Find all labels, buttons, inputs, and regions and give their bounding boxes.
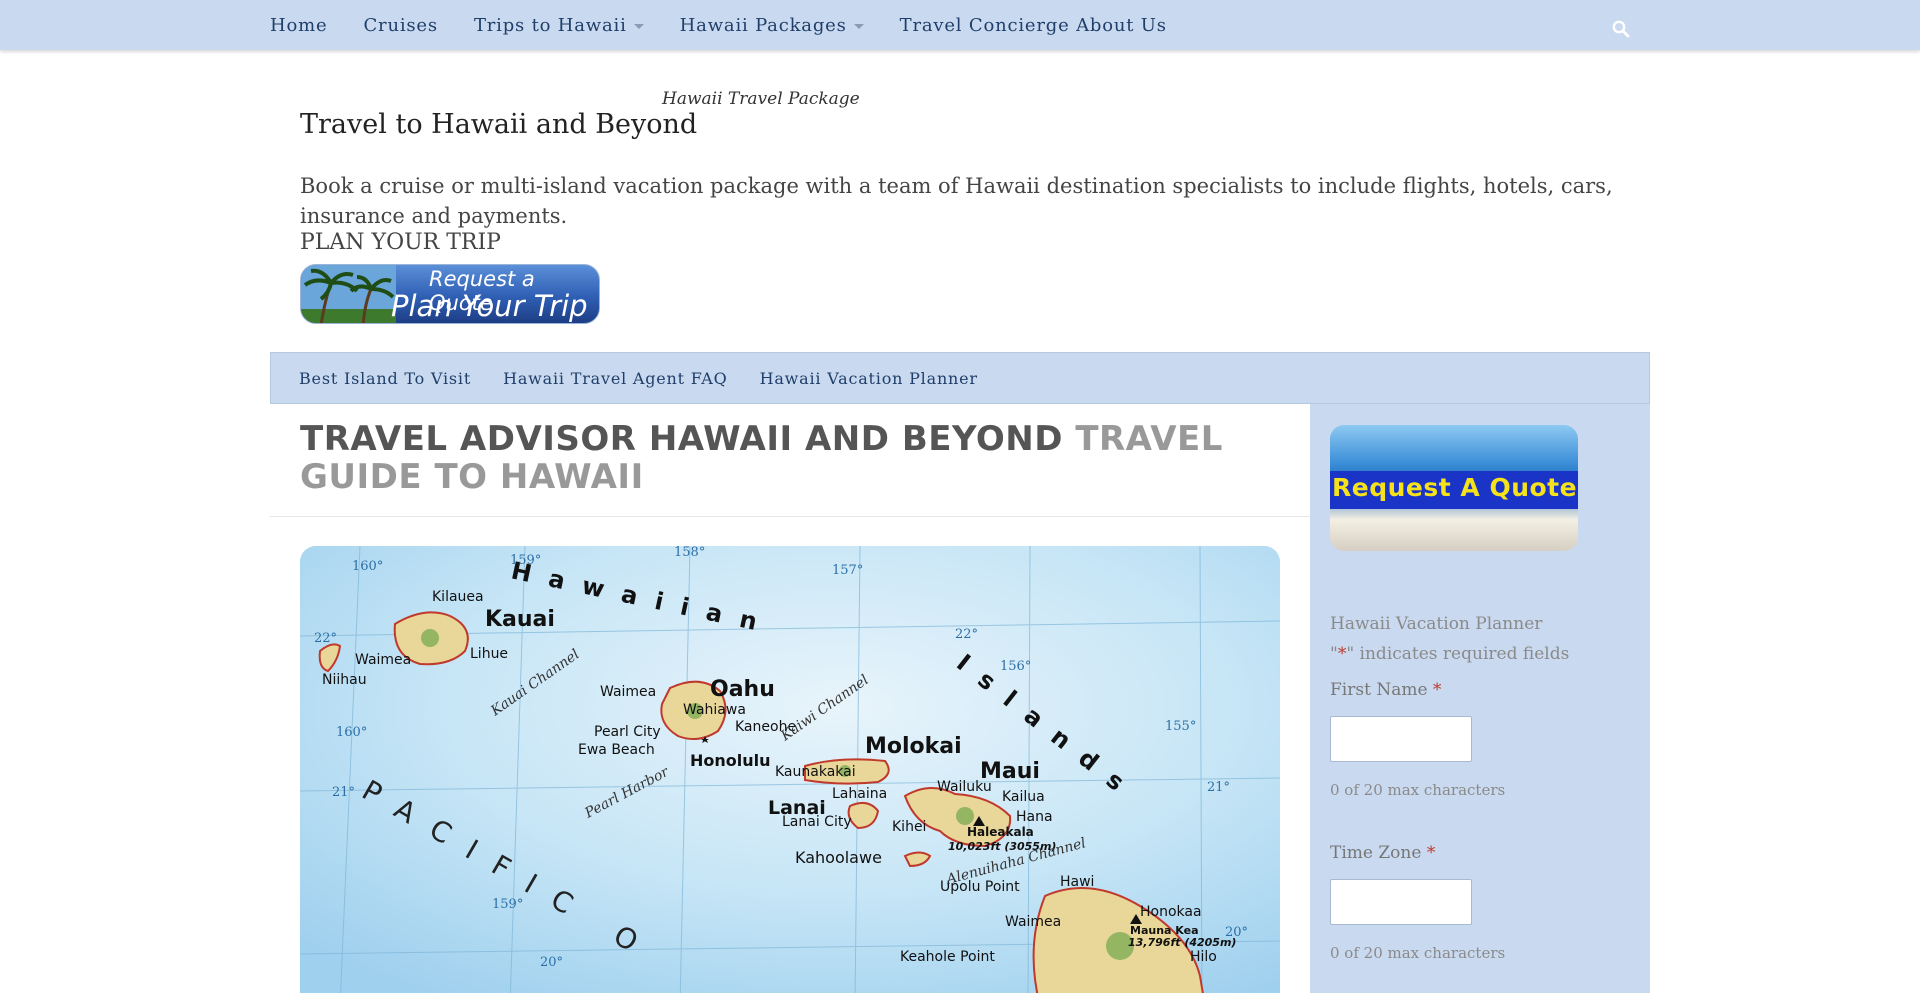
plan-your-trip-label: PLAN YOUR TRIP [300, 230, 501, 255]
required-fields-note: "*" indicates required fields [1330, 644, 1569, 664]
hawaii-map-graphic: Hawaiian Islands PACIFIC O Kauai Oahu Mo… [300, 546, 1280, 993]
top-nav-menu: Home Cruises Trips to Hawaii Hawaii Pack… [268, 0, 1201, 50]
palm-trees-icon [301, 265, 396, 323]
banner-text: Request A Quote [1332, 473, 1578, 502]
map-grid-lon-155: 155° [1165, 719, 1196, 734]
map-place-hana: Hana [1016, 809, 1053, 825]
map-label-kahoolawe: Kahoolawe [795, 848, 882, 867]
first-name-input[interactable] [1330, 716, 1472, 762]
subnav-vacation-planner[interactable]: Hawaii Vacation Planner [760, 369, 978, 388]
site-description: Book a cruise or multi-island vacation p… [300, 174, 1613, 228]
secondary-navigation: Best Island To Visit Hawaii Travel Agent… [270, 352, 1650, 404]
map-grid-lon-160: 160° [352, 559, 383, 574]
map-label-kauai: Kauai [485, 607, 555, 632]
map-grid-lon-158: 158° [674, 546, 705, 560]
map-place-pearl-city: Pearl City [594, 724, 661, 740]
map-place-kaunakakai: Kaunakakai [775, 764, 856, 780]
chevron-down-icon [633, 23, 644, 29]
page-title: TRAVEL ADVISOR HAWAII AND BEYOND TRAVEL … [300, 420, 1260, 496]
request-quote-banner[interactable]: Request a Quote Plan Your Trip [300, 264, 600, 324]
map-place-waimea-kauai: Waimea [355, 652, 411, 668]
map-place-lahaina: Lahaina [832, 786, 887, 802]
map-place-waimea-oahu: Waimea [600, 684, 656, 700]
hawaii-map-image: Hawaiian Islands PACIFIC O Kauai Oahu Mo… [300, 546, 1280, 993]
map-place-haleakala: Haleakala [967, 825, 1034, 839]
main-content: TRAVEL ADVISOR HAWAII AND BEYOND TRAVEL … [270, 404, 1310, 993]
nav-travel-concierge[interactable]: Travel Concierge About Us [898, 15, 1169, 36]
required-star: * [1426, 843, 1436, 863]
req-note-text: " indicates required fields [1346, 644, 1570, 664]
nav-concierge-label: Travel Concierge About Us [899, 14, 1167, 36]
map-place-honokaa: Honokaa [1140, 904, 1202, 920]
divider [270, 516, 1310, 517]
subnav-best-island[interactable]: Best Island To Visit [299, 369, 471, 388]
map-place-kihei: Kihei [892, 819, 926, 835]
nav-home-label: Home [270, 14, 328, 36]
map-grid-lon-160b: 160° [336, 725, 367, 740]
map-label-niihau: Niihau [322, 672, 367, 688]
map-label-oahu: Oahu [710, 677, 775, 702]
map-place-ewa-beach: Ewa Beach [578, 742, 655, 758]
page-title-primary: TRAVEL ADVISOR HAWAII AND BEYOND [300, 419, 1063, 459]
map-grid-lat-20a: 20° [540, 955, 563, 970]
map-grid-lon-159: 159° [510, 553, 541, 568]
map-label-molokai: Molokai [865, 734, 962, 759]
top-navigation-bar: Home Cruises Trips to Hawaii Hawaii Pack… [0, 0, 1920, 50]
first-name-label: First Name * [1330, 680, 1441, 700]
required-star: * [1432, 680, 1442, 700]
map-place-waimea-big-island: Waimea [1005, 914, 1061, 930]
subnav-travel-agent-faq[interactable]: Hawaii Travel Agent FAQ [503, 369, 728, 388]
nav-home[interactable]: Home [268, 15, 329, 36]
map-grid-lat-21a: 21° [332, 785, 355, 800]
map-grid-lat-22a: 22° [314, 631, 337, 646]
sidebar: Request A Quote Hawaii Vacation Planner … [1310, 404, 1650, 993]
first-name-label-text: First Name [1330, 680, 1428, 700]
map-place-lihue: Lihue [470, 646, 508, 662]
banner-line-2: Plan Your Trip [391, 289, 588, 323]
map-place-kailua: Kailua [1002, 789, 1045, 805]
chevron-down-icon [853, 23, 864, 29]
map-grid-lon-157: 157° [832, 563, 863, 578]
req-note-open-quote: " [1330, 644, 1338, 664]
search-icon[interactable] [1612, 20, 1630, 38]
map-grid-lon-156: 156° [1000, 659, 1031, 674]
map-place-mauna-kea-elevation: 13,796ft (4205m) [1128, 936, 1236, 949]
nav-cruises-label: Cruises [363, 14, 438, 36]
map-grid-lat-20b: 20° [1225, 925, 1248, 940]
map-place-lanai-city: Lanai City [782, 814, 852, 830]
request-a-quote-banner[interactable]: Request A Quote [1330, 425, 1578, 551]
map-place-keahole-point: Keahole Point [900, 949, 995, 965]
nav-trips-label: Trips to Hawaii [473, 14, 627, 36]
time-zone-label: Time Zone * [1330, 843, 1435, 863]
first-name-char-counter: 0 of 20 max characters [1330, 781, 1506, 799]
map-place-wahiawa: Wahiawa [683, 702, 746, 718]
time-zone-label-text: Time Zone [1330, 843, 1422, 863]
map-place-wailuku: Wailuku [937, 779, 992, 795]
map-place-honolulu: Honolulu [690, 751, 771, 770]
map-place-kilauea: Kilauea [432, 589, 484, 605]
nav-hawaii-packages[interactable]: Hawaii Packages [678, 15, 866, 36]
nav-packages-label: Hawaii Packages [679, 14, 847, 36]
time-zone-input[interactable] [1330, 879, 1472, 925]
map-grid-lat-21b: 21° [1207, 780, 1230, 795]
map-grid-lat-22b: 22° [955, 627, 978, 642]
map-place-hilo: Hilo [1190, 949, 1217, 965]
map-grid-lon-159b: 159° [492, 897, 523, 912]
nav-trips-to-hawaii[interactable]: Trips to Hawaii [472, 15, 646, 36]
site-title[interactable]: Travel to Hawaii and Beyond [300, 109, 697, 140]
map-place-hawi: Hawi [1060, 874, 1094, 890]
time-zone-char-counter: 0 of 20 max characters [1330, 944, 1506, 962]
nav-cruises[interactable]: Cruises [361, 15, 439, 36]
header-tagline: Hawaii Travel Package [662, 89, 860, 109]
form-title: Hawaii Vacation Planner [1330, 614, 1543, 634]
